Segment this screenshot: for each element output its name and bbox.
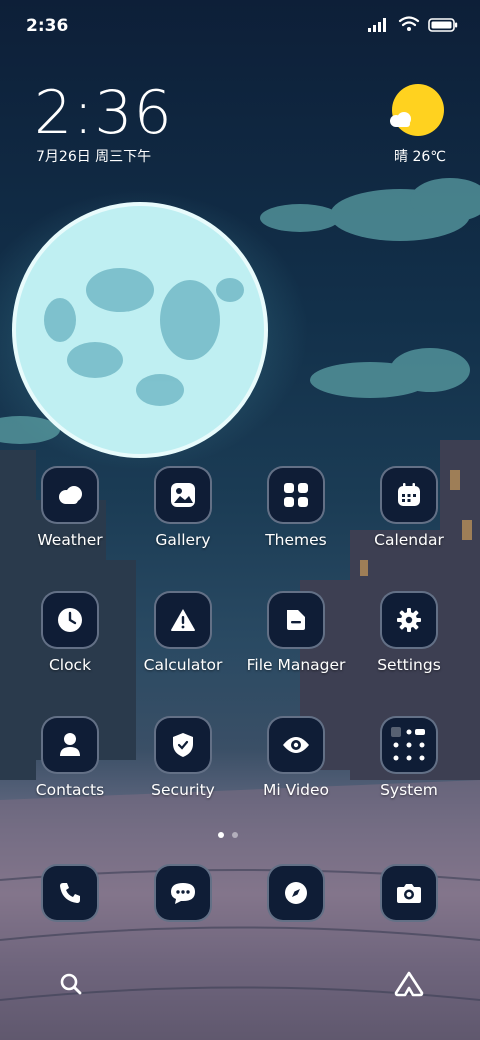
calendar-icon xyxy=(380,466,438,524)
app-contacts[interactable]: Contacts xyxy=(14,716,126,799)
app-label: Weather xyxy=(37,531,103,549)
search-icon xyxy=(60,973,82,995)
page-dot-active xyxy=(218,832,224,838)
gear-icon xyxy=(380,591,438,649)
assistant-icon xyxy=(394,971,424,997)
signal-icon xyxy=(368,17,390,36)
compass-icon xyxy=(267,864,325,922)
status-bar: 2:36 xyxy=(0,0,480,50)
battery-icon xyxy=(428,17,458,36)
dock-browser[interactable] xyxy=(240,864,352,922)
app-file-manager[interactable]: File Manager xyxy=(240,591,352,674)
widget-clock-time[interactable]: 2:36 xyxy=(34,78,173,148)
folder-system[interactable]: System xyxy=(353,716,465,799)
app-label: Security xyxy=(151,781,215,799)
page-dot xyxy=(232,832,238,838)
app-label: Contacts xyxy=(35,781,105,799)
app-clock[interactable]: Clock xyxy=(14,591,126,674)
app-mi-video[interactable]: Mi Video xyxy=(240,716,352,799)
eye-icon xyxy=(267,716,325,774)
app-weather[interactable]: Weather xyxy=(14,466,126,549)
cloud-icon xyxy=(390,112,411,127)
themes-icon xyxy=(267,466,325,524)
dock-phone[interactable] xyxy=(14,864,126,922)
widget-date: 7月26日 周三下午 xyxy=(36,149,152,165)
status-icons xyxy=(368,16,458,36)
app-label: File Manager xyxy=(246,656,346,674)
clock-icon xyxy=(41,591,99,649)
weather-icon xyxy=(41,466,99,524)
app-calculator[interactable]: Calculator xyxy=(127,591,239,674)
weather-temp: 晴 26℃ xyxy=(394,149,446,165)
system-folder-icon xyxy=(380,716,438,774)
messages-icon xyxy=(154,864,212,922)
phone-icon xyxy=(41,864,99,922)
contacts-icon xyxy=(41,716,99,774)
app-label: Clock xyxy=(48,656,92,674)
calculator-icon xyxy=(154,591,212,649)
sunny-icon xyxy=(392,84,444,136)
app-label: Calculator xyxy=(143,656,223,674)
camera-icon xyxy=(380,864,438,922)
app-security[interactable]: Security xyxy=(127,716,239,799)
assistant-button[interactable] xyxy=(387,962,431,1006)
app-gallery[interactable]: Gallery xyxy=(127,466,239,549)
folder-icon xyxy=(267,591,325,649)
wifi-icon xyxy=(398,16,420,36)
app-themes[interactable]: Themes xyxy=(240,466,352,549)
app-label: System xyxy=(380,781,438,799)
app-label: Settings xyxy=(377,656,441,674)
status-time: 2:36 xyxy=(26,16,69,36)
app-label: Gallery xyxy=(155,531,211,549)
shield-icon xyxy=(154,716,212,774)
dock-camera[interactable] xyxy=(353,864,465,922)
dock-messages[interactable] xyxy=(127,864,239,922)
search-button[interactable] xyxy=(49,962,93,1006)
app-label: Themes xyxy=(265,531,327,549)
app-settings[interactable]: Settings xyxy=(353,591,465,674)
gallery-icon xyxy=(154,466,212,524)
page-indicator xyxy=(218,832,238,838)
app-label: Mi Video xyxy=(262,781,330,799)
app-label: Calendar xyxy=(374,531,444,549)
app-calendar[interactable]: Calendar xyxy=(353,466,465,549)
